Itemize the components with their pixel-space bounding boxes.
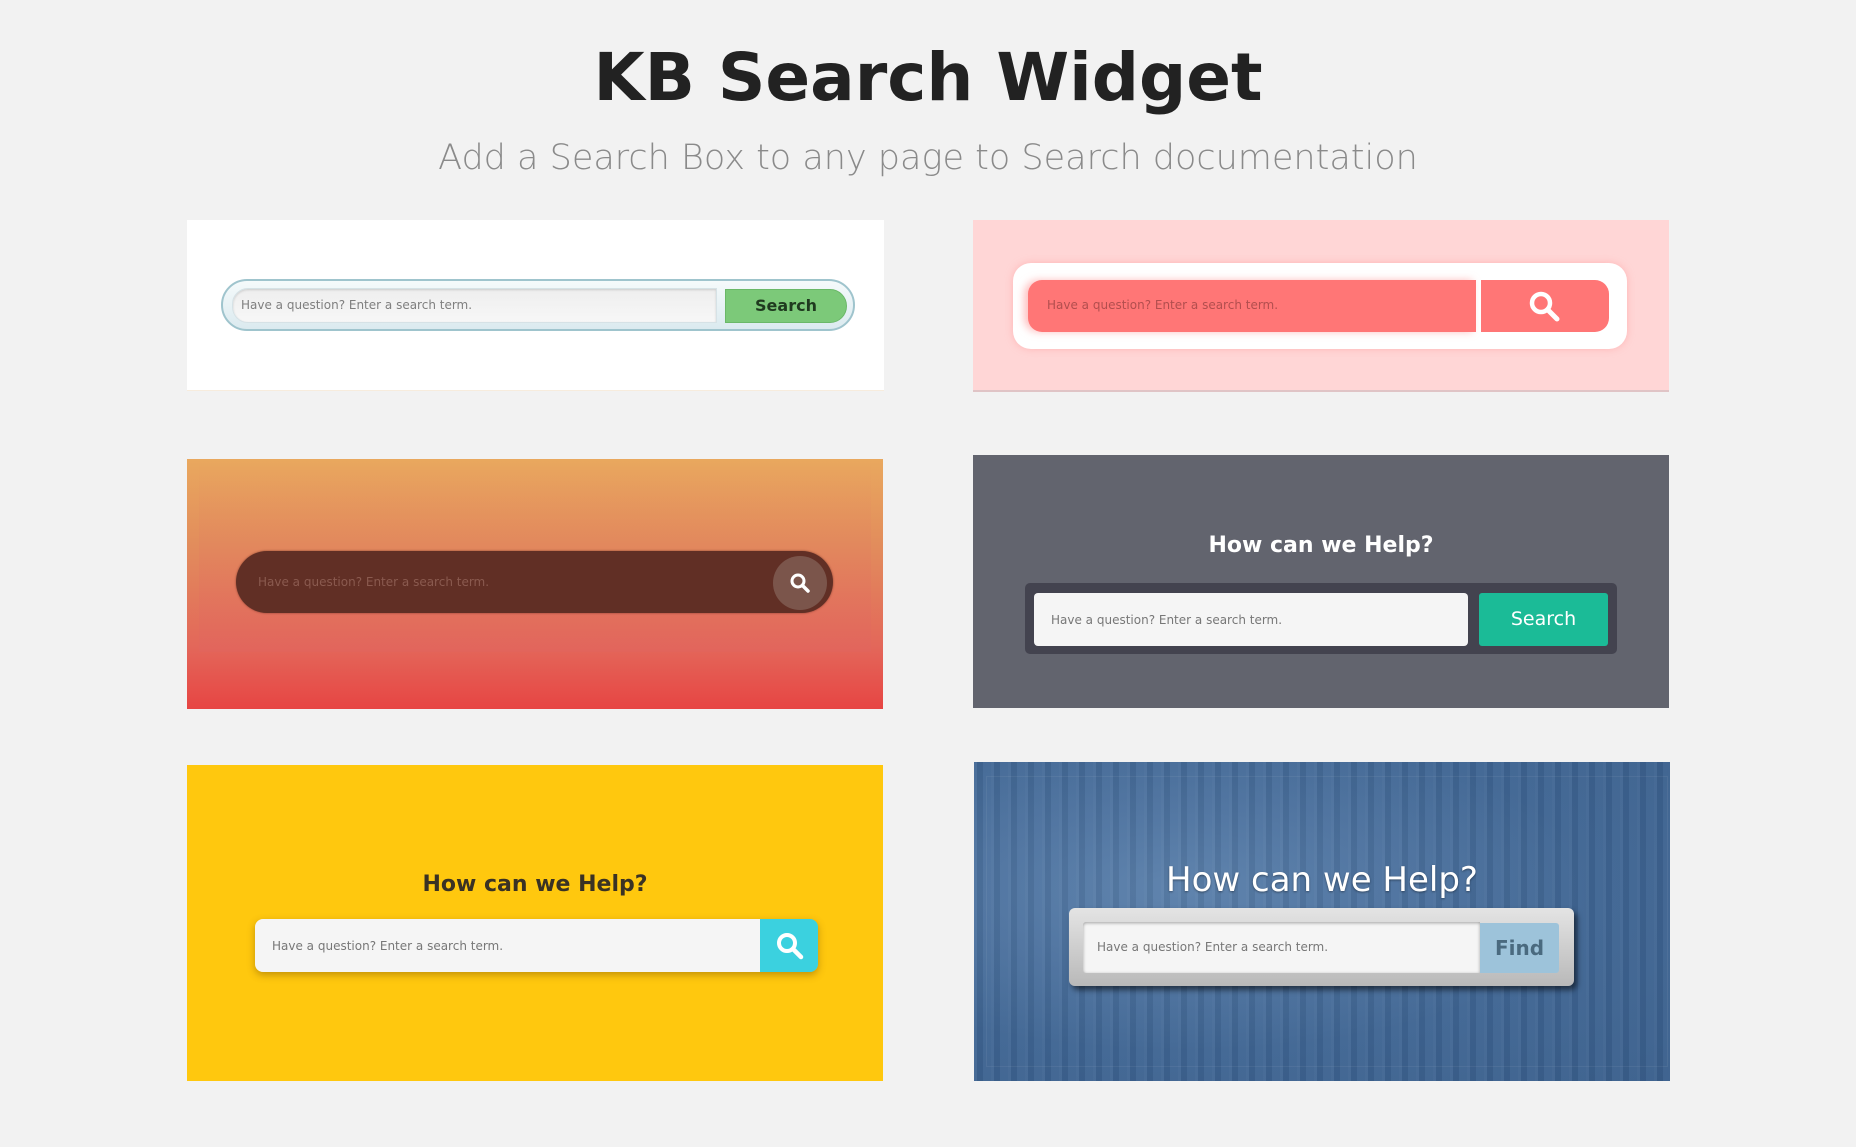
widget-preview-coral: Have a question? Enter a search term. xyxy=(973,220,1669,392)
search-input[interactable]: Have a question? Enter a search term. xyxy=(1028,280,1476,332)
search-button[interactable]: Search xyxy=(725,289,847,323)
search-input[interactable]: Have a question? Enter a search term. xyxy=(236,551,833,613)
widget-preview-yellow: How can we Help? Have a question? Enter … xyxy=(187,765,883,1081)
search-input[interactable]: Have a question? Enter a search term. xyxy=(1083,922,1480,973)
search-icon xyxy=(790,573,810,593)
help-heading: How can we Help? xyxy=(1208,533,1434,558)
search-icon xyxy=(777,933,804,960)
page-title: KB Search Widget xyxy=(593,39,1263,116)
search-placeholder: Have a question? Enter a search term. xyxy=(1047,298,1279,312)
search-button[interactable] xyxy=(760,919,818,972)
widget-preview-dark-pill: Have a question? Enter a search term. xyxy=(187,459,883,709)
widget-preview-slate: How can we Help? Have a question? Enter … xyxy=(973,455,1669,708)
widget-preview-light-pill: Have a question? Enter a search term. Se… xyxy=(187,220,884,391)
search-input[interactable]: Have a question? Enter a search term. xyxy=(255,919,760,972)
search-icon xyxy=(1529,291,1560,322)
widget-preview-denim: How can we Help? Have a question? Enter … xyxy=(974,762,1670,1081)
page-subtitle: Add a Search Box to any page to Search d… xyxy=(438,138,1418,178)
search-placeholder: Have a question? Enter a search term. xyxy=(1051,613,1283,627)
help-heading: How can we Help? xyxy=(422,872,648,897)
search-placeholder: Have a question? Enter a search term. xyxy=(1097,940,1329,954)
search-button[interactable]: Search xyxy=(1479,593,1608,646)
search-input[interactable]: Have a question? Enter a search term. xyxy=(1034,593,1468,646)
search-button[interactable] xyxy=(773,556,827,610)
search-input[interactable]: Have a question? Enter a search term. xyxy=(232,288,717,323)
search-placeholder: Have a question? Enter a search term. xyxy=(272,939,504,953)
search-placeholder: Have a question? Enter a search term. xyxy=(241,298,473,312)
search-placeholder: Have a question? Enter a search term. xyxy=(258,575,490,589)
help-heading: How can we Help? xyxy=(1166,860,1478,900)
search-button[interactable] xyxy=(1481,280,1609,332)
find-button[interactable]: Find xyxy=(1480,923,1559,973)
